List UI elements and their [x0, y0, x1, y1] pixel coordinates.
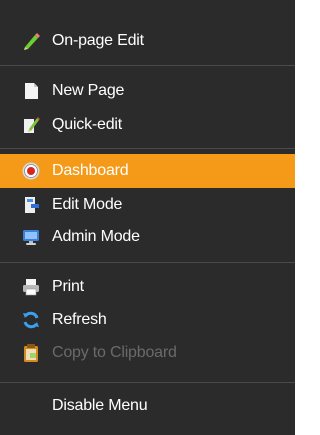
menu-item-label: Copy to Clipboard: [52, 344, 177, 361]
printer-icon: [23, 279, 39, 296]
menu-item-on-page-edit[interactable]: On-page Edit: [0, 24, 295, 58]
menu-item-label: Dashboard: [52, 162, 129, 179]
menu-item-label: Disable Menu: [52, 397, 148, 414]
admin-mode-icon: [23, 230, 39, 245]
menu-item-label: Refresh: [52, 311, 107, 328]
menu-item-label: Quick-edit: [52, 116, 123, 133]
menu-item-label: On-page Edit: [52, 32, 144, 49]
menu-item-label: Admin Mode: [52, 228, 140, 245]
new-page-icon: [25, 83, 38, 99]
quick-edit-icon: [24, 117, 40, 133]
context-menu: On-page Edit New Page Quick-edit Dashboa…: [0, 0, 295, 435]
menu-item-label: Edit Mode: [52, 196, 123, 213]
menu-item-refresh[interactable]: Refresh: [0, 303, 295, 337]
edit-mode-icon: [25, 197, 39, 213]
menu-item-label: Print: [52, 278, 84, 295]
refresh-icon: [23, 311, 39, 329]
menu-item-print[interactable]: Print: [0, 270, 295, 304]
clipboard-icon: [24, 344, 38, 362]
menu-separator: [0, 148, 295, 149]
menu-item-dashboard[interactable]: Dashboard: [0, 154, 295, 188]
dashboard-icon: [22, 162, 40, 180]
menu-separator: [0, 382, 295, 383]
menu-item-label: New Page: [52, 82, 125, 99]
menu-separator: [0, 65, 295, 66]
menu-separator: [0, 262, 295, 263]
menu-item-copy-to-clipboard: Copy to Clipboard: [0, 336, 295, 370]
menu-item-disable-menu[interactable]: Disable Menu: [0, 389, 295, 423]
menu-item-edit-mode[interactable]: Edit Mode: [0, 188, 295, 222]
pencil-icon: [24, 33, 40, 50]
menu-item-admin-mode[interactable]: Admin Mode: [0, 220, 295, 254]
menu-item-quick-edit[interactable]: Quick-edit: [0, 108, 295, 142]
menu-item-new-page[interactable]: New Page: [0, 74, 295, 108]
